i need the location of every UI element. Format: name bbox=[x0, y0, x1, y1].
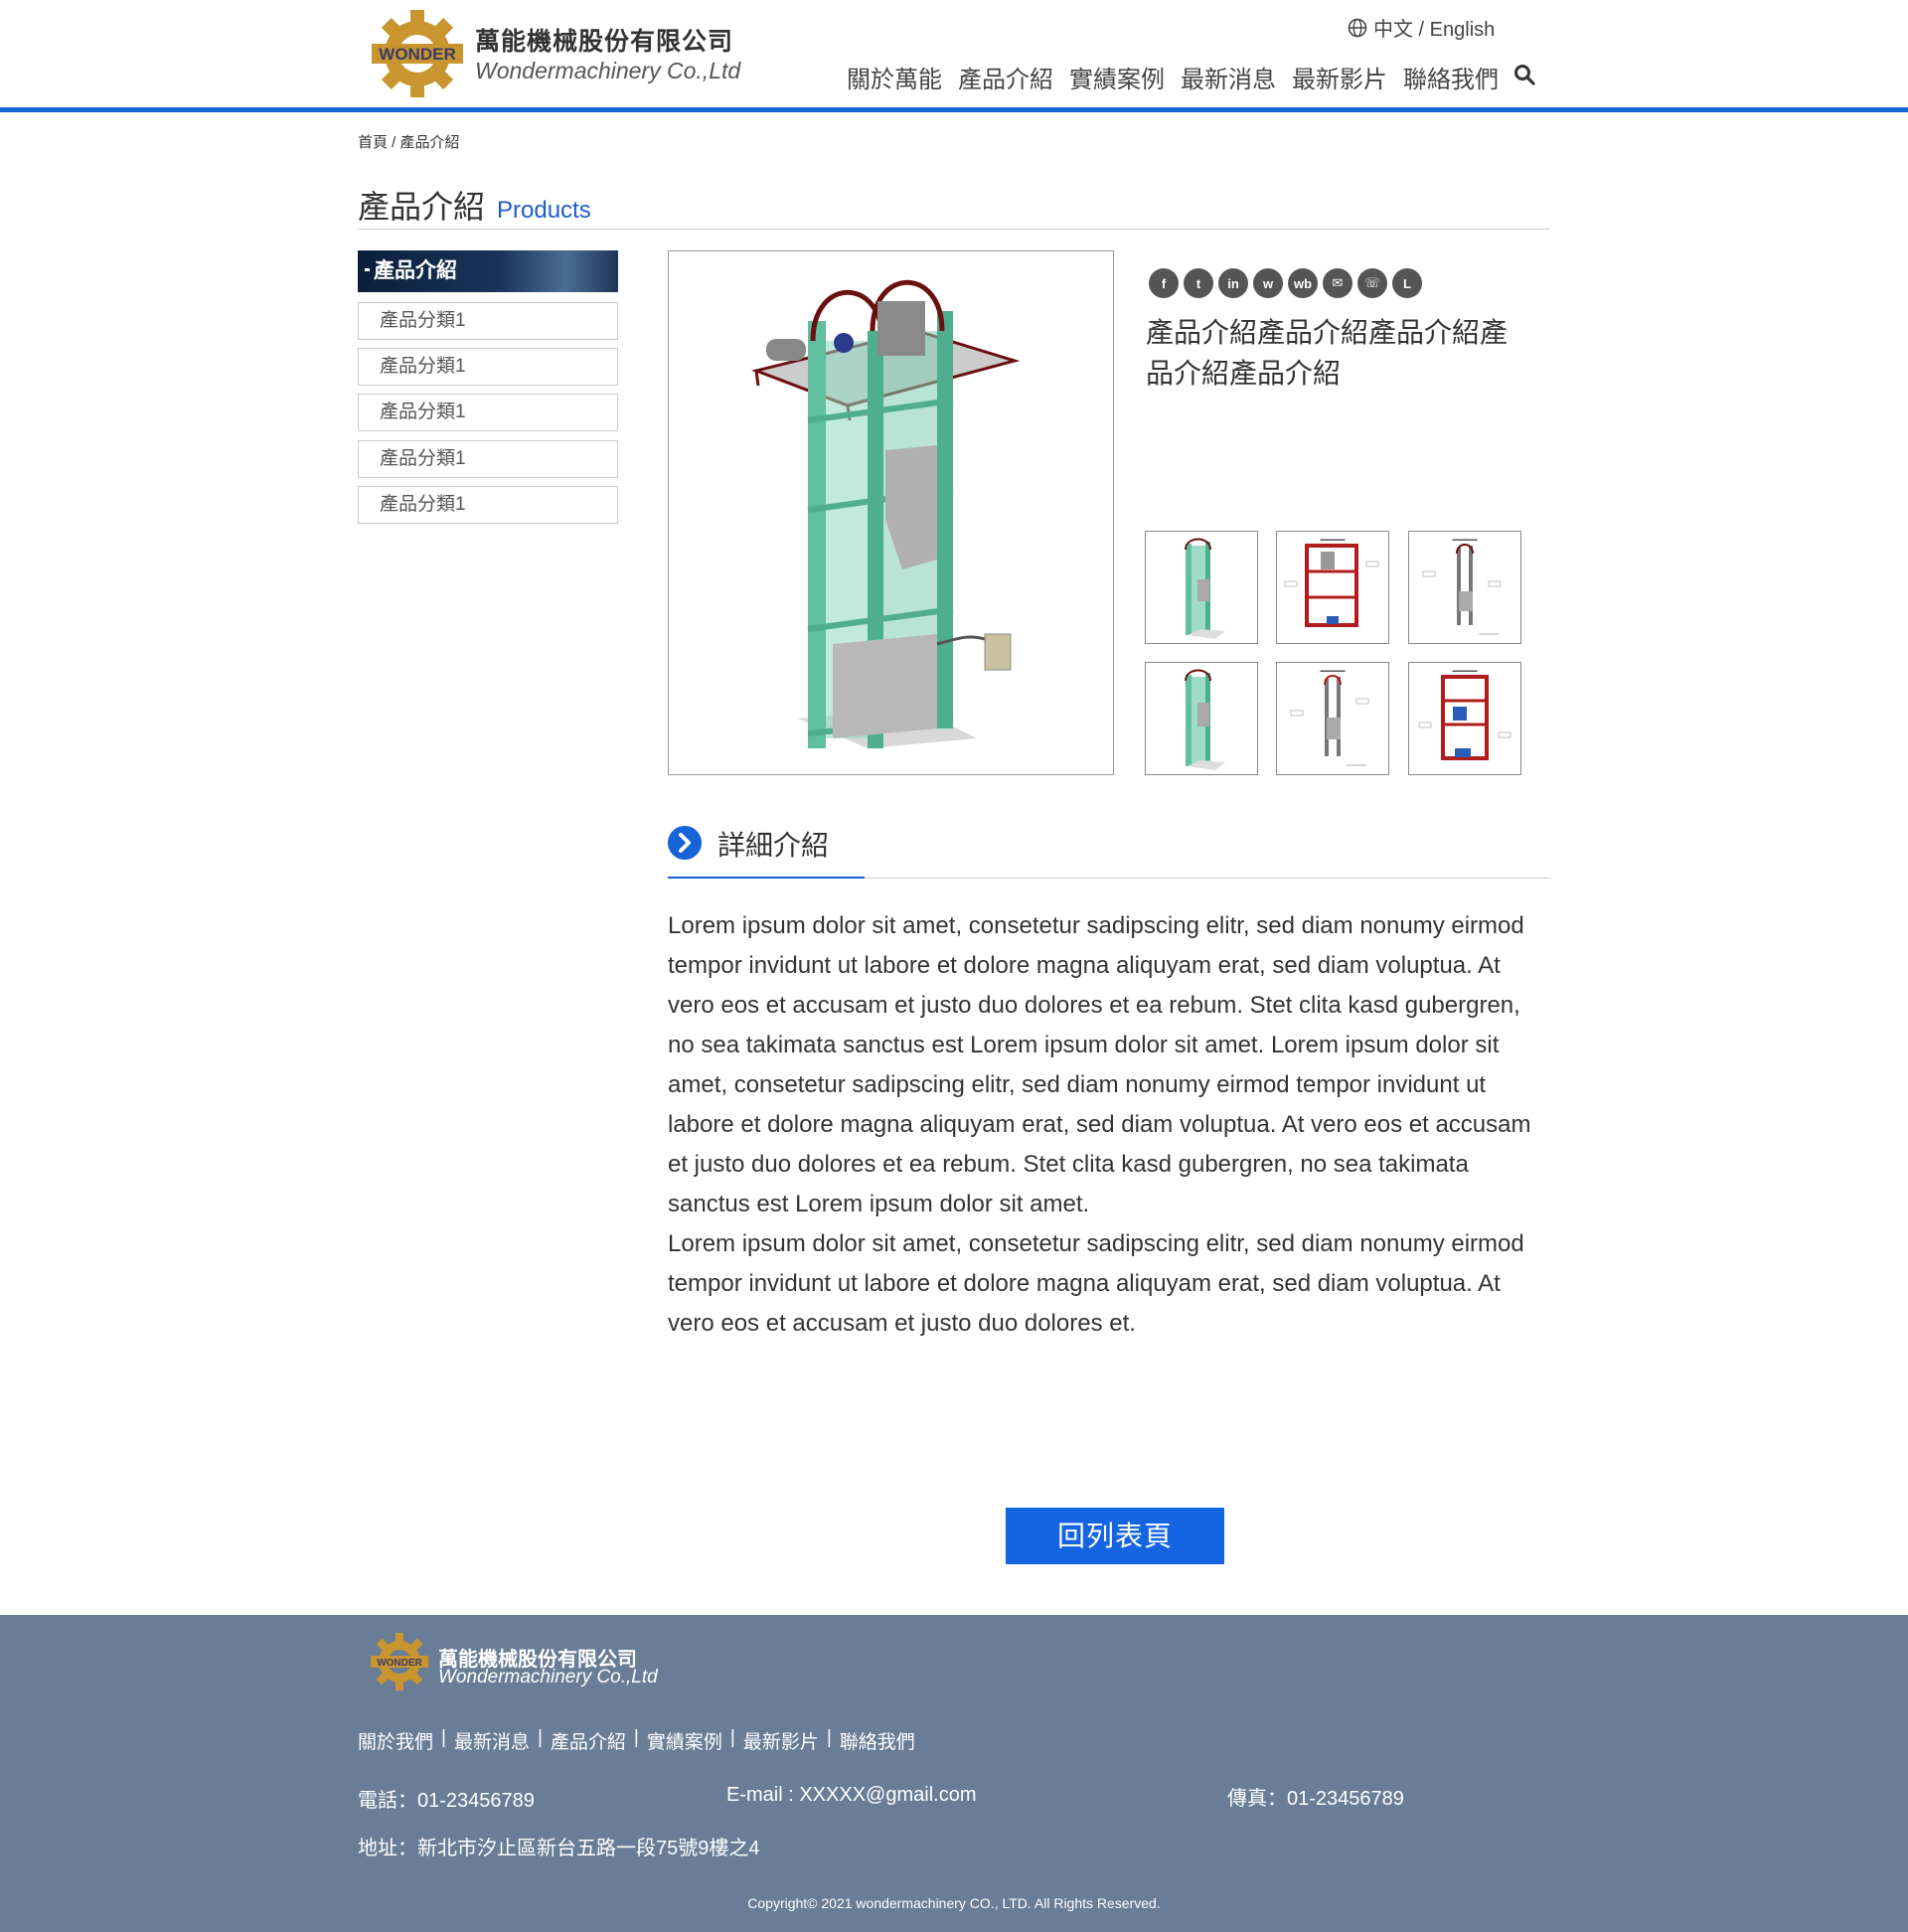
brand-name-cn: 萬能機械股份有限公司 bbox=[475, 28, 734, 56]
nav-products[interactable]: 產品介紹 bbox=[958, 60, 1053, 94]
nav-cases[interactable]: 實績案例 bbox=[1069, 60, 1165, 94]
detail-section-title: 詳細介紹 bbox=[717, 830, 830, 861]
sidebar-item-category[interactable]: 產品分類1 bbox=[358, 302, 618, 340]
footer-copyright: Copyright© 2021 wondermachinery CO., LTD… bbox=[747, 1895, 1161, 1911]
linkedin-icon[interactable]: in bbox=[1218, 268, 1248, 298]
globe-icon bbox=[1348, 18, 1367, 37]
svg-text:▬▬▬▬▬: ▬▬▬▬▬ bbox=[1321, 668, 1346, 674]
page-title-cn: 產品介紹 bbox=[358, 189, 486, 225]
twitter-icon[interactable]: t bbox=[1184, 268, 1213, 298]
page-title: 產品介紹 Products bbox=[358, 182, 591, 228]
detail-divider-accent bbox=[668, 877, 865, 879]
svg-text:▬▬▬▬▬: ▬▬▬▬▬ bbox=[1453, 668, 1478, 674]
brand-name-en: Wondermachinery Co.,Ltd bbox=[475, 58, 741, 83]
site-header: WONDER 萬能機械股份有限公司 Wondermachinery Co.,Lt… bbox=[0, 0, 1908, 112]
search-icon[interactable] bbox=[1512, 63, 1536, 86]
footer-logo-text: WONDER bbox=[377, 1658, 422, 1669]
facebook-icon[interactable]: f bbox=[1149, 268, 1179, 298]
weibo-icon[interactable]: wb bbox=[1288, 268, 1318, 298]
footer-link-news[interactable]: 最新消息 bbox=[454, 1727, 530, 1754]
company-logo[interactable]: WONDER bbox=[370, 10, 465, 97]
breadcrumb[interactable]: 首頁 / 產品介紹 bbox=[358, 131, 460, 152]
thumbnail-gray-drawing[interactable]: ▬▬▬▬▬ bbox=[1276, 662, 1389, 775]
sidebar-item-category[interactable]: 產品分類1 bbox=[358, 394, 618, 431]
nav-about[interactable]: 關於萬能 bbox=[847, 60, 942, 94]
product-main-image[interactable] bbox=[668, 250, 1114, 775]
footer-email[interactable]: E-mail : XXXXX@gmail.com bbox=[726, 1784, 976, 1807]
svg-text:▬▬▬▬▬: ▬▬▬▬▬ bbox=[1321, 537, 1346, 543]
footer-brand-en: Wondermachinery Co.,Ltd bbox=[438, 1667, 658, 1688]
thumbnail-red-frame[interactable]: ▬▬▬▬▬ bbox=[1408, 662, 1521, 775]
footer-link-products[interactable]: 產品介紹 bbox=[551, 1727, 626, 1754]
thumbnail-red-frame[interactable]: ▬▬▬▬▬ bbox=[1276, 531, 1389, 644]
footer-link-cases[interactable]: 實績案例 bbox=[647, 1727, 722, 1754]
back-to-list-button[interactable]: 回列表頁 bbox=[1006, 1508, 1224, 1564]
footer-fax: 傳真：01-23456789 bbox=[1227, 1788, 1404, 1810]
language-label[interactable]: 中文 / English bbox=[1373, 13, 1495, 42]
language-switch[interactable]: 中文 / English bbox=[1348, 13, 1495, 42]
footer-link-videos[interactable]: 最新影片 bbox=[743, 1727, 819, 1754]
thumbnail-green-elevator[interactable] bbox=[1145, 662, 1258, 775]
sidebar-item-category[interactable]: 產品分類1 bbox=[358, 348, 618, 386]
page-title-en: Products bbox=[497, 197, 591, 224]
detail-body: Lorem ipsum dolor sit amet, consetetur s… bbox=[668, 906, 1552, 1344]
footer-nav: 關於我們 | 最新消息 | 產品介紹 | 實績案例 | 最新影片 | 聯絡我們 bbox=[358, 1727, 915, 1754]
detail-paragraph: Lorem ipsum dolor sit amet, consetetur s… bbox=[668, 1230, 1524, 1337]
line-icon[interactable]: L bbox=[1392, 268, 1422, 298]
detail-paragraph: Lorem ipsum dolor sit amet, consetetur s… bbox=[668, 912, 1531, 1217]
chevron-right-icon bbox=[668, 826, 702, 860]
logo-text: WONDER bbox=[379, 45, 455, 64]
sidebar-item-category[interactable]: 產品分類1 bbox=[358, 486, 618, 524]
svg-text:▬▬▬▬▬: ▬▬▬▬▬ bbox=[1453, 537, 1478, 543]
product-name: 產品介紹產品介紹產品介紹產品介紹產品介紹 bbox=[1146, 317, 1509, 389]
nav-contact[interactable]: 聯絡我們 bbox=[1403, 60, 1499, 94]
site-footer: WONDER 萬能機械股份有限公司 Wondermachinery Co.,Lt… bbox=[0, 1615, 1908, 1932]
wechat-icon[interactable]: w bbox=[1253, 268, 1283, 298]
share-bar: f t in w wb ✉ ☏ L bbox=[1149, 268, 1422, 298]
footer-logo[interactable]: WONDER bbox=[370, 1633, 429, 1690]
nav-news[interactable]: 最新消息 bbox=[1181, 60, 1276, 94]
footer-link-contact[interactable]: 聯絡我們 bbox=[840, 1727, 915, 1754]
thumbnail-green-elevator[interactable] bbox=[1145, 531, 1258, 644]
footer-address: 地址：新北市汐止區新台五路一段75號9樓之4 bbox=[358, 1838, 760, 1859]
footer-link-about[interactable]: 關於我們 bbox=[358, 1727, 433, 1754]
title-divider bbox=[358, 229, 1550, 230]
footer-phone: 電話：01-23456789 bbox=[358, 1790, 535, 1812]
nav-videos[interactable]: 最新影片 bbox=[1292, 60, 1387, 94]
main-nav: 關於萬能 產品介紹 實績案例 最新消息 最新影片 聯絡我們 bbox=[847, 60, 1514, 94]
sidebar-item-category[interactable]: 產品分類1 bbox=[358, 440, 618, 478]
whatsapp-icon[interactable]: ☏ bbox=[1357, 268, 1387, 298]
sidebar-heading: 產品介紹 bbox=[358, 250, 618, 292]
thumbnail-gray-drawing[interactable]: ▬▬▬▬▬ bbox=[1408, 531, 1521, 644]
email-icon[interactable]: ✉ bbox=[1323, 268, 1352, 298]
